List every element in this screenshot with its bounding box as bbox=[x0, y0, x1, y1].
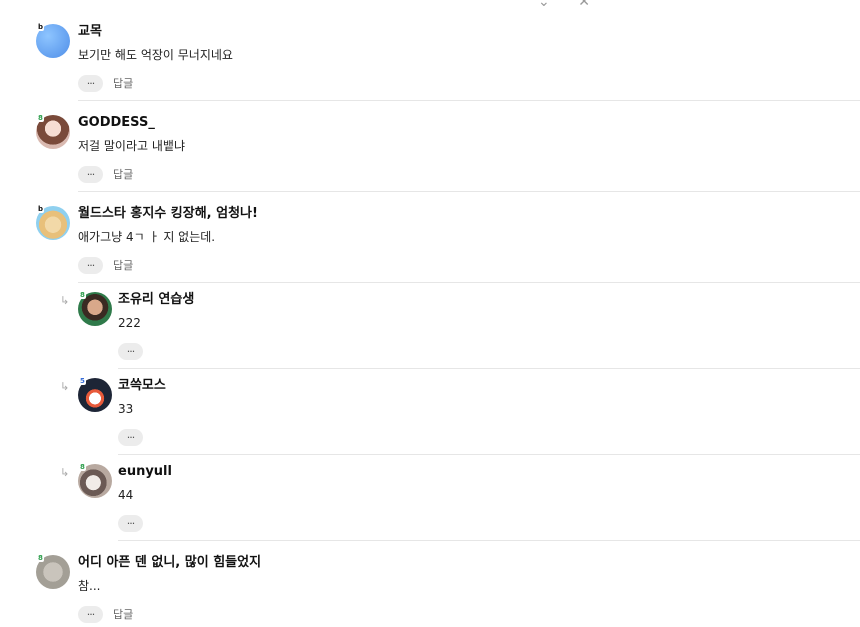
divider bbox=[118, 540, 860, 541]
comment-actions: ··· bbox=[118, 342, 860, 360]
comment-body: 어디 아픈 덴 없니, 많이 힘들었지 참... ··· 답글 bbox=[78, 555, 860, 623]
comment-body: GODDESS_ 저걸 말이라고 내뱉냐 ··· 답글 bbox=[78, 115, 860, 192]
nickname[interactable]: GODDESS_ bbox=[78, 115, 860, 131]
more-button[interactable]: ··· bbox=[118, 342, 143, 360]
nickname[interactable]: 교목 bbox=[78, 24, 860, 40]
avatar-wrap: 5 bbox=[78, 377, 112, 412]
more-button[interactable]: ··· bbox=[78, 74, 103, 92]
avatar-wrap: b bbox=[36, 23, 70, 58]
comment-actions: ··· 답글 bbox=[78, 74, 860, 92]
comment-body: 조유리 연습생 222 ··· bbox=[118, 292, 860, 369]
reply-button[interactable]: 답글 bbox=[113, 257, 133, 273]
comment-text: 222 bbox=[118, 316, 141, 330]
nickname[interactable]: 코쓱모스 bbox=[118, 378, 860, 394]
level-badge: 5 bbox=[79, 377, 86, 385]
top-fragment: ⌄ ✕ bbox=[538, 0, 614, 10]
avatar-wrap: b bbox=[36, 205, 70, 240]
avatar-wrap: 8 bbox=[36, 554, 70, 589]
more-button[interactable]: ··· bbox=[78, 256, 103, 274]
comment-body: 교목 보기만 해도 억장이 무너지네요 ··· 답글 bbox=[78, 24, 860, 101]
comment-text: 44 bbox=[118, 488, 134, 502]
level-badge: 8 bbox=[37, 114, 44, 122]
more-button[interactable]: ··· bbox=[78, 165, 103, 183]
divider bbox=[118, 454, 860, 455]
comment-actions: ··· bbox=[118, 514, 860, 532]
more-button[interactable]: ··· bbox=[118, 428, 143, 446]
comment-text: 보기만 해도 억장이 무너지네요 bbox=[78, 48, 233, 62]
level-badge: 8 bbox=[37, 554, 44, 562]
level-badge: 8 bbox=[79, 463, 86, 471]
avatar-wrap: 8 bbox=[36, 114, 70, 149]
comment-actions: ··· 답글 bbox=[78, 256, 860, 274]
reply-arrow-icon: ↳ bbox=[60, 380, 70, 393]
comment-actions: ··· 답글 bbox=[78, 165, 860, 183]
comment-body: eunyull 44 ··· bbox=[118, 464, 860, 541]
nickname[interactable]: 월드스타 홍지수 킹장해, 엄청나! bbox=[78, 206, 860, 222]
divider bbox=[78, 191, 860, 192]
comment-body: 월드스타 홍지수 킹장해, 엄청나! 애가그냥 4ㄱ ㅏ 지 없는데. ··· … bbox=[78, 206, 860, 283]
nickname[interactable]: 조유리 연습생 bbox=[118, 292, 860, 308]
comment-text: 저걸 말이라고 내뱉냐 bbox=[78, 139, 185, 153]
divider bbox=[78, 282, 860, 283]
chevron-down-icon[interactable]: ⌄ bbox=[538, 0, 550, 10]
reply-button[interactable]: 답글 bbox=[113, 606, 133, 622]
comment-text: 참... bbox=[78, 579, 101, 593]
level-badge: b bbox=[37, 23, 45, 31]
reply-button[interactable]: 답글 bbox=[113, 166, 133, 182]
avatar-wrap: 8 bbox=[78, 291, 112, 326]
avatar-wrap: 8 bbox=[78, 463, 112, 498]
nickname[interactable]: eunyull bbox=[118, 464, 860, 480]
comment-actions: ··· 답글 bbox=[78, 605, 860, 623]
reply-button[interactable]: 답글 bbox=[113, 75, 133, 91]
reply-arrow-icon: ↳ bbox=[60, 466, 70, 479]
more-button[interactable]: ··· bbox=[78, 605, 103, 623]
comment-text: 33 bbox=[118, 402, 134, 416]
reply-arrow-icon: ↳ bbox=[60, 294, 70, 307]
comment-text: 애가그냥 4ㄱ ㅏ 지 없는데. bbox=[78, 230, 216, 244]
divider bbox=[78, 100, 860, 101]
comment-actions: ··· bbox=[118, 428, 860, 446]
level-badge: 8 bbox=[79, 291, 86, 299]
comment-body: 코쓱모스 33 ··· bbox=[118, 378, 860, 455]
close-icon[interactable]: ✕ bbox=[578, 0, 590, 10]
nickname[interactable]: 어디 아픈 덴 없니, 많이 힘들었지 bbox=[78, 555, 860, 571]
more-button[interactable]: ··· bbox=[118, 514, 143, 532]
level-badge: b bbox=[37, 205, 45, 213]
divider bbox=[118, 368, 860, 369]
